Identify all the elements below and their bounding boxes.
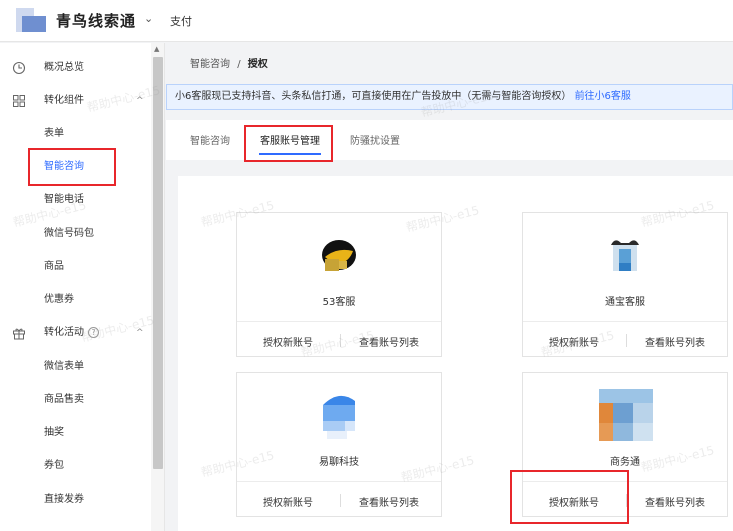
sidebar-item-label: 微信号码包 (44, 228, 94, 239)
card-footer: 授权新账号 查看账号列表 (523, 321, 727, 358)
sidebar-item-label: 表单 (44, 128, 64, 139)
divider (626, 334, 627, 347)
provider-card-tongbao: 通宝客服 授权新账号 查看账号列表 (522, 212, 728, 357)
provider-logo-shangwutong-icon (599, 389, 653, 441)
sidebar: 概况总览 转化组件 ^ 表单 智能咨询 智能电话 微信号码包 商品 优惠券 转化… (0, 43, 165, 531)
help-icon[interactable]: ? (88, 327, 99, 338)
tab-anti-harassment[interactable]: 防骚扰设置 (350, 132, 400, 147)
highlight-box (244, 125, 333, 162)
sidebar-item-products[interactable]: 商品 (0, 253, 150, 281)
provider-logo-yiliao-icon (323, 395, 355, 439)
brand-name[interactable]: 青鸟线索通 (56, 10, 136, 31)
sidebar-item-label: 抽奖 (44, 427, 64, 438)
card-footer: 授权新账号 查看账号列表 (237, 321, 441, 358)
header-sub-title[interactable]: 支付 (170, 13, 192, 29)
sidebar-item-overview[interactable]: 概况总览 (0, 54, 150, 82)
authorize-new-account-button[interactable]: 授权新账号 (263, 494, 313, 509)
provider-name: 53客服 (322, 297, 356, 308)
breadcrumb-separator: / (237, 59, 241, 70)
provider-name: 易聊科技 (319, 457, 359, 468)
sidebar-item-label: 券包 (44, 460, 64, 471)
view-account-list-button[interactable]: 查看账号列表 (645, 494, 705, 509)
authorize-new-account-button[interactable]: 授权新账号 (549, 334, 599, 349)
view-account-list-button[interactable]: 查看账号列表 (359, 334, 419, 349)
provider-logo-53-icon (322, 240, 356, 271)
notice-text: 小6客服现已支持抖音、头条私信打通，可直接使用在广告投放中（无需与智能咨询授权） (175, 91, 572, 102)
card-footer: 授权新账号 查看账号列表 (237, 481, 441, 518)
scroll-thumb[interactable] (153, 57, 163, 469)
provider-logo-tongbao-icon (611, 240, 639, 271)
sidebar-item-wechat-form[interactable]: 微信表单 (0, 353, 150, 381)
chevron-down-icon[interactable]: ⌄ (144, 12, 153, 25)
sidebar-item-label: 直接发券 (44, 494, 84, 505)
divider (340, 494, 341, 507)
sidebar-item-product-sale[interactable]: 商品售卖 (0, 386, 150, 414)
notice-bar: 小6客服现已支持抖音、头条私信打通，可直接使用在广告投放中（无需与智能咨询授权）… (166, 84, 733, 110)
view-account-list-button[interactable]: 查看账号列表 (359, 494, 419, 509)
highlight-box (510, 470, 629, 524)
chevron-up-icon: ^ (136, 96, 144, 106)
authorize-new-account-button[interactable]: 授权新账号 (263, 334, 313, 349)
sidebar-item-wechat-pack[interactable]: 微信号码包 (0, 220, 150, 248)
sidebar-group-conversion-activities[interactable]: 转化活动? ^ (0, 319, 150, 347)
clock-icon (12, 61, 26, 75)
grid-icon (13, 95, 25, 107)
brand-logo-icon[interactable] (16, 8, 48, 32)
sidebar-item-label: 优惠券 (44, 294, 74, 305)
tab-smart-consult[interactable]: 智能咨询 (190, 132, 230, 147)
divider (340, 334, 341, 347)
sidebar-item-label: 微信表单 (44, 361, 84, 372)
chevron-up-icon: ^ (136, 328, 144, 338)
breadcrumb-current: 授权 (247, 59, 268, 70)
sidebar-item-smart-phone[interactable]: 智能电话 (0, 186, 150, 214)
provider-name: 商务通 (610, 457, 640, 468)
sidebar-item-label: 商品 (44, 261, 64, 272)
provider-card-53: 53客服 授权新账号 查看账号列表 (236, 212, 442, 357)
top-bar: 青鸟线索通 ⌄ 支付 (0, 0, 733, 42)
breadcrumb: 智能咨询 / 授权 (190, 55, 268, 70)
sidebar-item-coupon-pack[interactable]: 券包 (0, 452, 150, 480)
gift-icon (13, 328, 25, 340)
scroll-up-arrow-icon[interactable]: ▲ (154, 45, 159, 53)
breadcrumb-parent[interactable]: 智能咨询 (190, 59, 230, 70)
sidebar-item-label: 转化组件 (44, 95, 84, 106)
notice-link[interactable]: 前往小6客服 (575, 91, 631, 102)
provider-name: 通宝客服 (605, 297, 645, 308)
sidebar-item-label: 商品售卖 (44, 394, 84, 405)
provider-card-yiliao: 易聊科技 授权新账号 查看账号列表 (236, 372, 442, 517)
sidebar-item-label: 智能电话 (44, 194, 84, 205)
sidebar-item-label: 转化活动? (44, 319, 99, 347)
sidebar-item-label: 概况总览 (44, 62, 84, 73)
sidebar-group-conversion-components[interactable]: 转化组件 ^ (0, 87, 150, 115)
sidebar-item-lottery[interactable]: 抽奖 (0, 419, 150, 447)
highlight-box (28, 148, 116, 186)
sidebar-item-form[interactable]: 表单 (0, 120, 150, 148)
sidebar-item-direct-coupon[interactable]: 直接发券 (0, 486, 150, 514)
view-account-list-button[interactable]: 查看账号列表 (645, 334, 705, 349)
sidebar-item-coupons[interactable]: 优惠券 (0, 286, 150, 314)
sidebar-scrollbar[interactable]: ▲ (151, 43, 164, 531)
